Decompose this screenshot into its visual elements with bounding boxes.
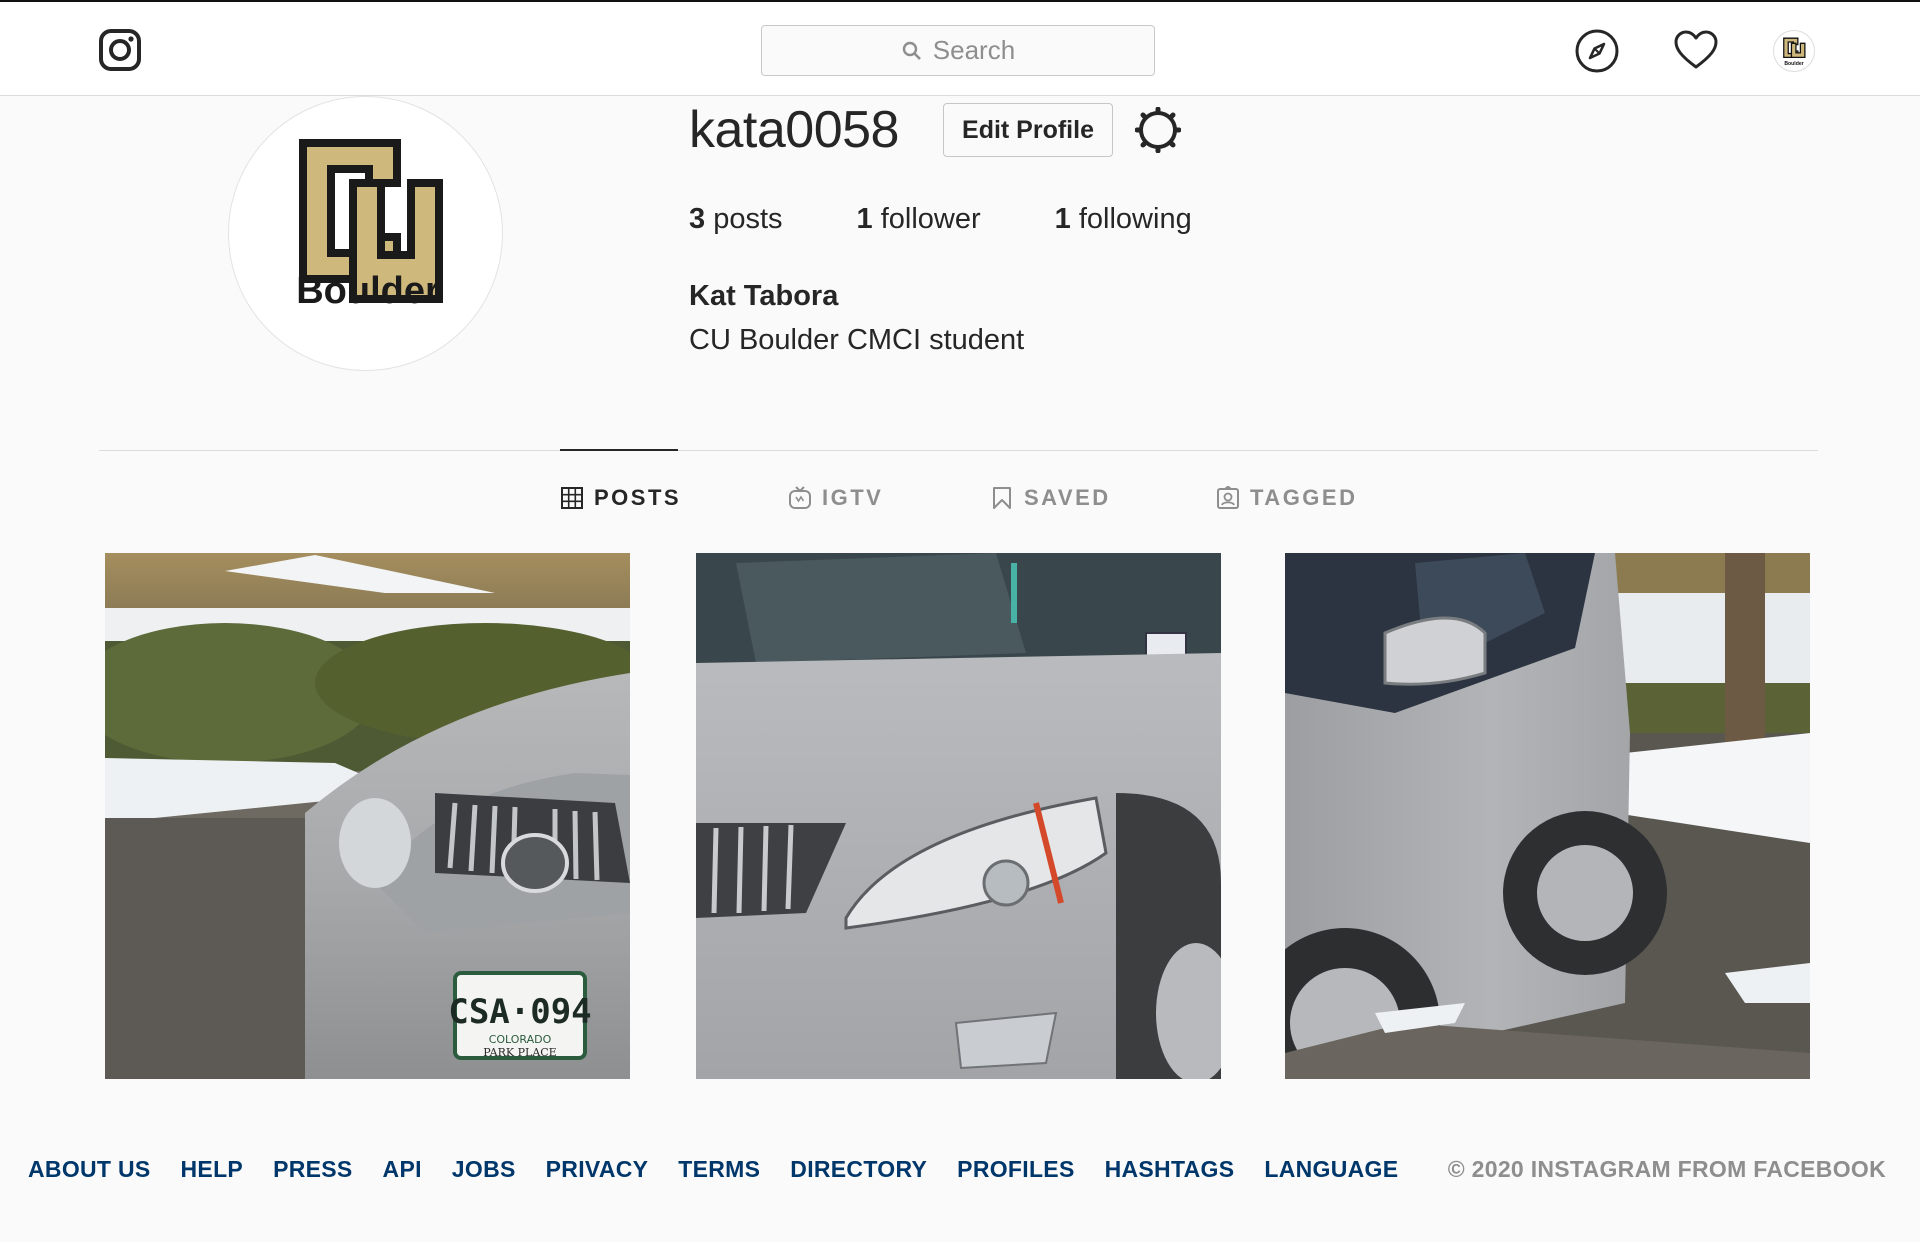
bookmark-icon	[993, 487, 1011, 509]
profile-username: kata0058	[689, 101, 899, 159]
avatar[interactable]: Boulder	[1773, 30, 1815, 72]
profile-bio: CU Boulder CMCI student	[689, 324, 1025, 356]
top-navbar: Search Boulder	[0, 2, 1920, 96]
tab-saved[interactable]: SAVED	[990, 485, 1111, 511]
svg-text:Boulder: Boulder	[1784, 61, 1803, 67]
heart-icon[interactable]	[1673, 28, 1719, 74]
car-hood-image	[696, 553, 1221, 1079]
car-front-image: CSA·094 COLORADO PARK PLACE	[105, 553, 630, 1079]
footer-link-directory[interactable]: DIRECTORY	[790, 1156, 927, 1183]
post-thumbnail-2[interactable]	[696, 553, 1221, 1079]
footer-link-help[interactable]: HELP	[181, 1156, 244, 1183]
cu-logo-icon: Boulder	[1783, 37, 1806, 67]
profile-picture[interactable]: Boulder	[228, 96, 503, 371]
tabs-divider	[99, 450, 1818, 451]
svg-text:CSA·094: CSA·094	[448, 992, 591, 1032]
footer-link-api[interactable]: API	[383, 1156, 422, 1183]
search-placeholder: Search	[932, 35, 1016, 65]
footer-link-language[interactable]: LANGUAGE	[1264, 1156, 1398, 1183]
tab-label: POSTS	[594, 485, 682, 510]
footer-link-profiles[interactable]: PROFILES	[957, 1156, 1074, 1183]
tab-label: SAVED	[1024, 485, 1111, 510]
grid-icon	[561, 487, 583, 509]
svg-text:COLORADO: COLORADO	[489, 1033, 552, 1046]
active-tab-indicator	[560, 449, 678, 451]
footer-copyright: © 2020 INSTAGRAM FROM FACEBOOK	[1447, 1156, 1886, 1182]
edit-profile-button[interactable]: Edit Profile	[943, 103, 1113, 157]
tagged-icon	[1217, 486, 1239, 509]
footer-link-about[interactable]: ABOUT US	[28, 1156, 151, 1183]
compass-icon[interactable]	[1574, 28, 1620, 74]
gear-icon[interactable]	[1135, 107, 1181, 153]
profile-full-name: Kat Tabora	[689, 280, 839, 312]
post-thumbnail-1[interactable]: CSA·094 COLORADO PARK PLACE	[105, 553, 630, 1079]
igtv-icon	[789, 486, 811, 509]
footer-link-terms[interactable]: TERMS	[678, 1156, 760, 1183]
tab-tagged[interactable]: TAGGED	[1216, 485, 1357, 511]
tab-posts[interactable]: POSTS	[560, 485, 681, 511]
tab-label: IGTV	[822, 485, 884, 510]
svg-text:Boulder: Boulder	[296, 270, 440, 312]
search-input[interactable]: Search	[761, 25, 1155, 76]
tab-igtv[interactable]: IGTV	[788, 485, 883, 511]
svg-text:PARK PLACE: PARK PLACE	[483, 1046, 556, 1059]
post-thumbnail-3[interactable]	[1285, 553, 1810, 1079]
search-icon	[902, 41, 921, 60]
posts-count: 3 posts	[689, 203, 783, 235]
footer-link-hashtags[interactable]: HASHTAGS	[1105, 1156, 1235, 1183]
footer-link-press[interactable]: PRESS	[273, 1156, 352, 1183]
footer-link-jobs[interactable]: JOBS	[452, 1156, 516, 1183]
footer-links: ABOUT US HELP PRESS API JOBS PRIVACY TER…	[28, 1156, 1428, 1183]
instagram-logo-icon[interactable]	[98, 28, 142, 72]
cu-boulder-logo: Boulder	[296, 139, 443, 312]
footer-link-privacy[interactable]: PRIVACY	[546, 1156, 649, 1183]
profile-stats: 3 posts 1 follower 1 following	[689, 203, 1266, 236]
followers-link[interactable]: 1 follower	[857, 203, 981, 236]
tab-label: TAGGED	[1250, 485, 1358, 510]
following-link[interactable]: 1 following	[1055, 203, 1192, 236]
car-side-image	[1285, 553, 1810, 1079]
